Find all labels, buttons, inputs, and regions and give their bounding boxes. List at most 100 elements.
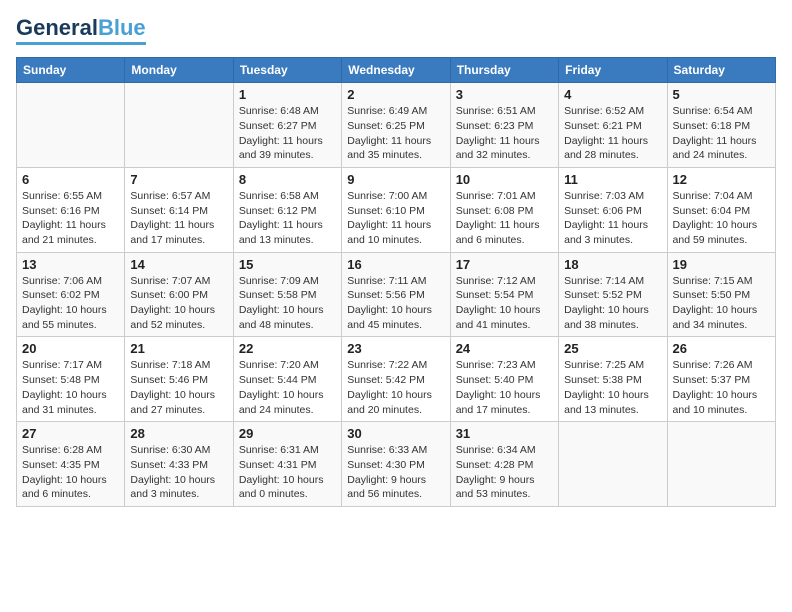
calendar-cell: 6 Sunrise: 6:55 AM Sunset: 6:16 PM Daylig…	[17, 167, 125, 252]
calendar-cell: 29 Sunrise: 6:31 AM Sunset: 4:31 PM Dayli…	[233, 422, 341, 507]
calendar-cell: 26 Sunrise: 7:26 AM Sunset: 5:37 PM Dayli…	[667, 337, 775, 422]
day-number: 18	[564, 257, 661, 272]
day-number: 23	[347, 341, 444, 356]
day-number: 19	[673, 257, 770, 272]
calendar-cell	[559, 422, 667, 507]
day-number: 21	[130, 341, 227, 356]
day-info: Sunrise: 6:31 AM Sunset: 4:31 PM Dayligh…	[239, 443, 336, 502]
day-number: 2	[347, 87, 444, 102]
logo-general: General	[16, 15, 98, 40]
calendar-cell: 13Sunrise: 7:06 AM Sunset: 6:02 PM Dayli…	[17, 252, 125, 337]
day-info: Sunrise: 7:22 AM Sunset: 5:42 PM Dayligh…	[347, 358, 444, 417]
calendar-table: SundayMondayTuesdayWednesdayThursdayFrid…	[16, 57, 776, 507]
calendar-cell: 27 Sunrise: 6:28 AM Sunset: 4:35 PM Dayli…	[17, 422, 125, 507]
day-number: 29	[239, 426, 336, 441]
day-number: 5	[673, 87, 770, 102]
day-info: Sunrise: 7:23 AM Sunset: 5:40 PM Dayligh…	[456, 358, 553, 417]
calendar-cell: 15 Sunrise: 7:09 AM Sunset: 5:58 PM Dayli…	[233, 252, 341, 337]
calendar-cell: 11Sunrise: 7:03 AM Sunset: 6:06 PM Dayli…	[559, 167, 667, 252]
day-info: Sunrise: 6:54 AM Sunset: 6:18 PM Dayligh…	[673, 104, 770, 163]
day-info: Sunrise: 7:15 AM Sunset: 5:50 PM Dayligh…	[673, 274, 770, 333]
day-info: Sunrise: 6:28 AM Sunset: 4:35 PM Dayligh…	[22, 443, 119, 502]
weekday-header-saturday: Saturday	[667, 58, 775, 83]
day-number: 13	[22, 257, 119, 272]
calendar-cell	[125, 83, 233, 168]
day-info: Sunrise: 7:18 AM Sunset: 5:46 PM Dayligh…	[130, 358, 227, 417]
day-number: 8	[239, 172, 336, 187]
weekday-header-friday: Friday	[559, 58, 667, 83]
day-number: 17	[456, 257, 553, 272]
calendar-cell: 4 Sunrise: 6:52 AM Sunset: 6:21 PM Daylig…	[559, 83, 667, 168]
day-info: Sunrise: 6:33 AM Sunset: 4:30 PM Dayligh…	[347, 443, 444, 502]
day-info: Sunrise: 7:04 AM Sunset: 6:04 PM Dayligh…	[673, 189, 770, 248]
calendar-cell: 8 Sunrise: 6:58 AM Sunset: 6:12 PM Daylig…	[233, 167, 341, 252]
logo-blue: Blue	[98, 15, 146, 40]
day-info: Sunrise: 7:26 AM Sunset: 5:37 PM Dayligh…	[673, 358, 770, 417]
day-info: Sunrise: 6:49 AM Sunset: 6:25 PM Dayligh…	[347, 104, 444, 163]
day-info: Sunrise: 6:52 AM Sunset: 6:21 PM Dayligh…	[564, 104, 661, 163]
day-info: Sunrise: 7:12 AM Sunset: 5:54 PM Dayligh…	[456, 274, 553, 333]
day-number: 10	[456, 172, 553, 187]
weekday-header-monday: Monday	[125, 58, 233, 83]
day-number: 16	[347, 257, 444, 272]
calendar-cell: 31 Sunrise: 6:34 AM Sunset: 4:28 PM Dayli…	[450, 422, 558, 507]
day-number: 20	[22, 341, 119, 356]
page-header: GeneralBlue	[16, 16, 776, 45]
calendar-cell: 30 Sunrise: 6:33 AM Sunset: 4:30 PM Dayli…	[342, 422, 450, 507]
calendar-cell: 18 Sunrise: 7:14 AM Sunset: 5:52 PM Dayli…	[559, 252, 667, 337]
calendar-cell	[17, 83, 125, 168]
day-number: 12	[673, 172, 770, 187]
day-info: Sunrise: 7:01 AM Sunset: 6:08 PM Dayligh…	[456, 189, 553, 248]
day-number: 22	[239, 341, 336, 356]
day-number: 27	[22, 426, 119, 441]
day-number: 24	[456, 341, 553, 356]
day-number: 28	[130, 426, 227, 441]
logo-underline	[16, 42, 146, 45]
calendar-cell: 9Sunrise: 7:00 AM Sunset: 6:10 PM Daylig…	[342, 167, 450, 252]
day-info: Sunrise: 6:58 AM Sunset: 6:12 PM Dayligh…	[239, 189, 336, 248]
day-info: Sunrise: 7:11 AM Sunset: 5:56 PM Dayligh…	[347, 274, 444, 333]
day-number: 3	[456, 87, 553, 102]
day-info: Sunrise: 6:55 AM Sunset: 6:16 PM Dayligh…	[22, 189, 119, 248]
calendar-cell: 20 Sunrise: 7:17 AM Sunset: 5:48 PM Dayli…	[17, 337, 125, 422]
calendar-cell: 7Sunrise: 6:57 AM Sunset: 6:14 PM Daylig…	[125, 167, 233, 252]
calendar-cell: 23 Sunrise: 7:22 AM Sunset: 5:42 PM Dayli…	[342, 337, 450, 422]
weekday-header-tuesday: Tuesday	[233, 58, 341, 83]
calendar-cell: 16 Sunrise: 7:11 AM Sunset: 5:56 PM Dayli…	[342, 252, 450, 337]
day-info: Sunrise: 7:14 AM Sunset: 5:52 PM Dayligh…	[564, 274, 661, 333]
calendar-cell: 24 Sunrise: 7:23 AM Sunset: 5:40 PM Dayli…	[450, 337, 558, 422]
day-number: 25	[564, 341, 661, 356]
weekday-header-row: SundayMondayTuesdayWednesdayThursdayFrid…	[17, 58, 776, 83]
day-number: 1	[239, 87, 336, 102]
day-info: Sunrise: 6:30 AM Sunset: 4:33 PM Dayligh…	[130, 443, 227, 502]
calendar-cell: 19 Sunrise: 7:15 AM Sunset: 5:50 PM Dayli…	[667, 252, 775, 337]
calendar-cell: 2 Sunrise: 6:49 AM Sunset: 6:25 PM Daylig…	[342, 83, 450, 168]
calendar-week-4: 20 Sunrise: 7:17 AM Sunset: 5:48 PM Dayli…	[17, 337, 776, 422]
day-number: 30	[347, 426, 444, 441]
day-info: Sunrise: 6:48 AM Sunset: 6:27 PM Dayligh…	[239, 104, 336, 163]
calendar-week-2: 6 Sunrise: 6:55 AM Sunset: 6:16 PM Daylig…	[17, 167, 776, 252]
day-info: Sunrise: 7:00 AM Sunset: 6:10 PM Dayligh…	[347, 189, 444, 248]
day-number: 15	[239, 257, 336, 272]
calendar-cell: 1 Sunrise: 6:48 AM Sunset: 6:27 PM Daylig…	[233, 83, 341, 168]
calendar-cell: 12 Sunrise: 7:04 AM Sunset: 6:04 PM Dayli…	[667, 167, 775, 252]
day-number: 6	[22, 172, 119, 187]
day-info: Sunrise: 6:34 AM Sunset: 4:28 PM Dayligh…	[456, 443, 553, 502]
day-info: Sunrise: 7:17 AM Sunset: 5:48 PM Dayligh…	[22, 358, 119, 417]
calendar-cell: 5 Sunrise: 6:54 AM Sunset: 6:18 PM Daylig…	[667, 83, 775, 168]
day-number: 4	[564, 87, 661, 102]
calendar-cell: 21 Sunrise: 7:18 AM Sunset: 5:46 PM Dayli…	[125, 337, 233, 422]
day-info: Sunrise: 7:20 AM Sunset: 5:44 PM Dayligh…	[239, 358, 336, 417]
day-number: 14	[130, 257, 227, 272]
day-info: Sunrise: 6:51 AM Sunset: 6:23 PM Dayligh…	[456, 104, 553, 163]
day-info: Sunrise: 7:09 AM Sunset: 5:58 PM Dayligh…	[239, 274, 336, 333]
calendar-cell	[667, 422, 775, 507]
day-number: 26	[673, 341, 770, 356]
calendar-week-5: 27 Sunrise: 6:28 AM Sunset: 4:35 PM Dayli…	[17, 422, 776, 507]
calendar-week-3: 13Sunrise: 7:06 AM Sunset: 6:02 PM Dayli…	[17, 252, 776, 337]
day-info: Sunrise: 7:03 AM Sunset: 6:06 PM Dayligh…	[564, 189, 661, 248]
day-number: 31	[456, 426, 553, 441]
calendar-week-1: 1 Sunrise: 6:48 AM Sunset: 6:27 PM Daylig…	[17, 83, 776, 168]
calendar-cell: 17 Sunrise: 7:12 AM Sunset: 5:54 PM Dayli…	[450, 252, 558, 337]
logo: GeneralBlue	[16, 16, 146, 45]
